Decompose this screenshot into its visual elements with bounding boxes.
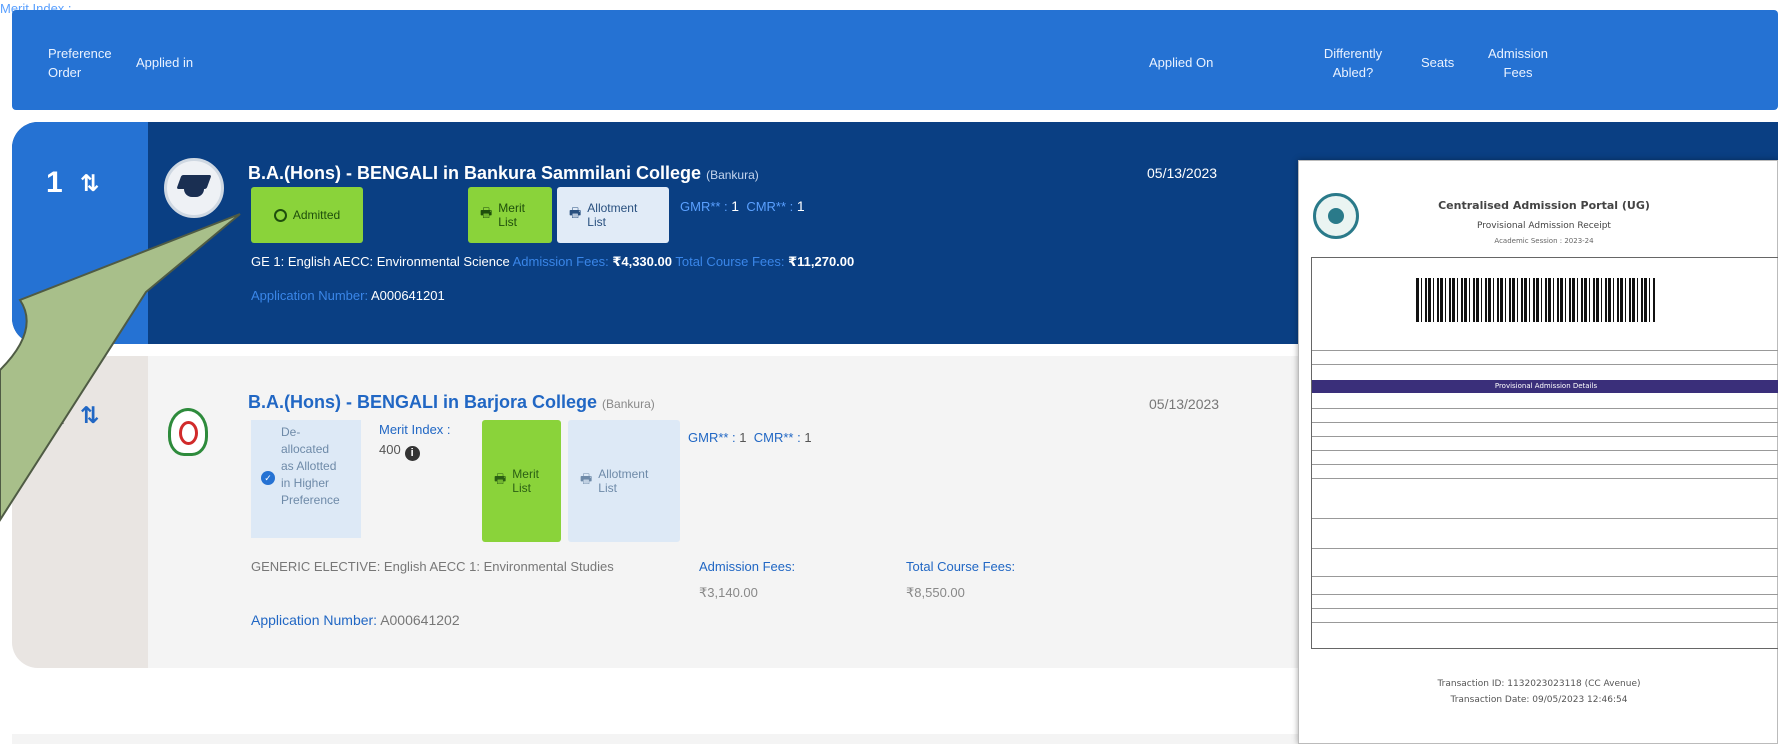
application-number: Application Number: A000641202 — [251, 612, 460, 628]
sort-handle-icon[interactable]: ⇅ — [80, 170, 99, 197]
order-cell — [12, 122, 148, 344]
gmr-cmr: GMR** : 1 CMR** : 1 — [680, 198, 805, 214]
printer-icon: 🖶 — [569, 205, 582, 220]
total-course-fees: Total Course Fees: ₹8,550.00 — [906, 559, 1016, 600]
preference-number: 2 — [48, 398, 65, 431]
header-differently-abled: Differently Abled? — [1323, 46, 1383, 80]
status-badge-deallocated: ✓ De- allocated as Allotted in Higher Pr… — [251, 420, 361, 538]
preference-number: 1 — [46, 166, 63, 199]
subjects-and-fees: GE 1: English AECC: Environmental Scienc… — [251, 254, 855, 269]
printer-icon: 🖶 — [480, 205, 493, 220]
admission-fees: Admission Fees: ₹3,140.00 — [699, 559, 796, 600]
merit-index: Merit Index : 400i — [379, 422, 451, 461]
course-title[interactable]: B.A.(Hons) - BENGALI in Bankura Sammilan… — [248, 163, 759, 184]
receipt-body: Provisional Admission Details — [1311, 257, 1778, 649]
receipt-session: Academic Session : 2023-24 — [1494, 237, 1594, 245]
receipt-title: Provisional Admission Receipt — [1477, 221, 1611, 231]
applied-on-date: 05/13/2023 — [1149, 396, 1220, 412]
header-admission-fees: Admission Fees — [1488, 46, 1548, 80]
barcode-icon — [1416, 278, 1656, 322]
header-applied-in: Applied in — [136, 55, 194, 70]
application-number: Application Number: A000641201 — [251, 288, 445, 303]
transaction-id: Transaction ID: 1132023023118 (CC Avenue… — [1437, 679, 1641, 689]
status-badge-admitted: Admitted — [251, 187, 363, 243]
college-logo — [164, 158, 224, 218]
printer-icon: 🖶 — [580, 471, 593, 486]
course-title[interactable]: B.A.(Hons) - BENGALI in Barjora College … — [248, 392, 655, 413]
table-header: Preference Order Applied in Applied On D… — [12, 10, 1778, 110]
check-circle-icon: ✓ — [261, 471, 275, 485]
college-logo — [168, 408, 208, 456]
emblem-icon — [1313, 193, 1359, 239]
provisional-admission-receipt: Centralised Admission Portal (UG) Provis… — [1298, 160, 1778, 744]
header-applied-on: Applied On — [1149, 55, 1214, 70]
transaction-date: Transaction Date: 09/05/2023 12:46:54 — [1450, 695, 1628, 705]
allotment-list-button[interactable]: 🖶 Allotment List — [568, 420, 680, 542]
receipt-section-title: Provisional Admission Details — [1312, 380, 1778, 393]
status-circle-icon — [273, 208, 287, 222]
printer-icon: 🖶 — [494, 471, 507, 486]
subjects: GENERIC ELECTIVE: English AECC 1: Enviro… — [251, 559, 614, 574]
sort-handle-icon[interactable]: ⇅ — [80, 402, 99, 429]
applied-on-date: 05/13/2023 — [1147, 165, 1218, 181]
header-preference-order: Preference Order — [48, 46, 112, 80]
gmr-cmr: GMR** : 1 CMR** : 1 — [688, 430, 812, 445]
header-seats: Seats — [1421, 55, 1455, 70]
allotment-list-button[interactable]: 🖶 Allotment List — [557, 187, 669, 243]
info-icon[interactable]: i — [404, 446, 420, 461]
merit-list-button[interactable]: 🖶 Merit List — [482, 420, 561, 542]
receipt-portal-title: Centralised Admission Portal (UG) — [1438, 199, 1650, 212]
merit-list-button[interactable]: 🖶 Merit List — [468, 187, 552, 243]
